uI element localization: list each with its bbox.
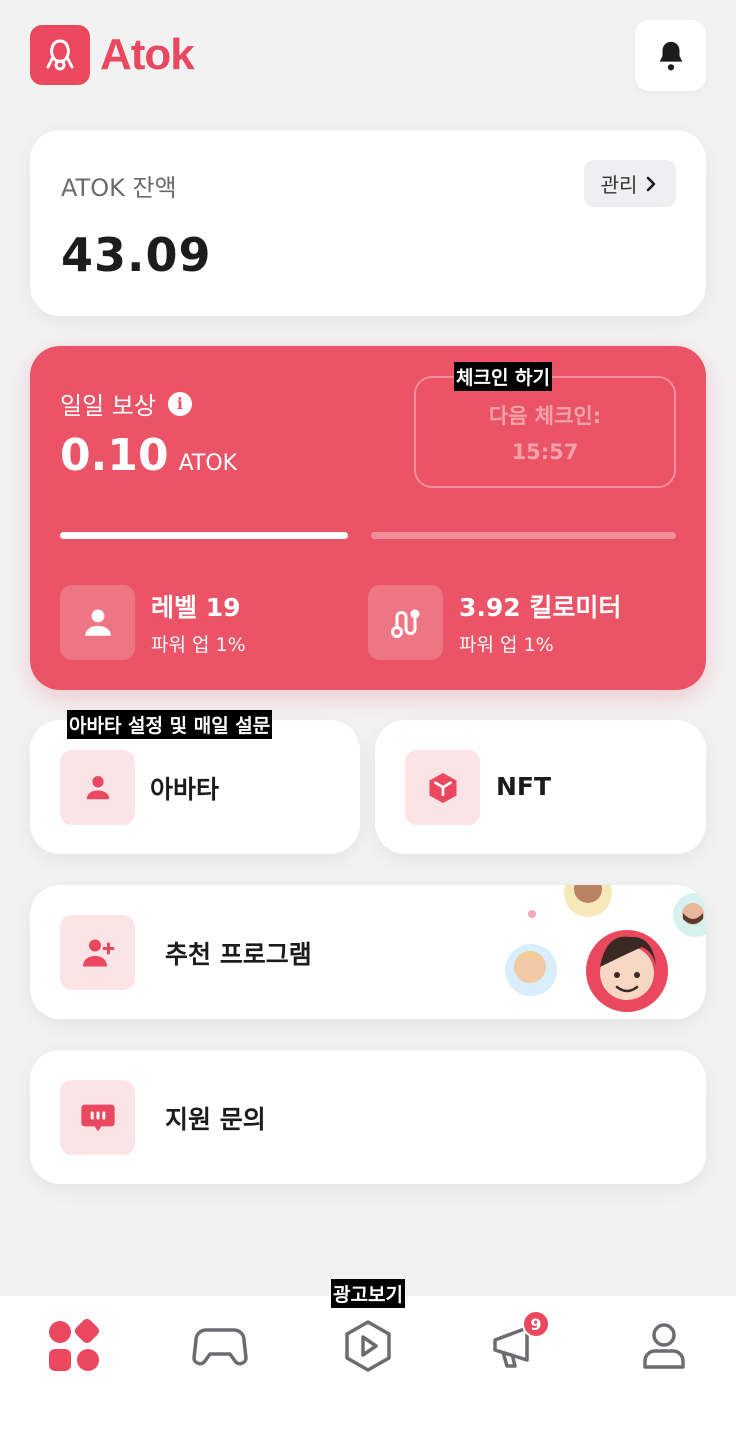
distance-stat: 3.92 킬로미터 파워 업 1%	[368, 585, 621, 660]
distance-subtitle: 파워 업 1%	[459, 634, 554, 656]
profile-icon	[643, 1323, 685, 1369]
nft-card[interactable]: NFT	[375, 720, 706, 854]
play-icon	[345, 1320, 391, 1372]
nav-games[interactable]	[180, 1316, 260, 1376]
avatar-card[interactable]: 아바타	[30, 720, 360, 854]
chat-icon	[60, 1080, 135, 1155]
chevron-right-icon	[647, 176, 656, 191]
reward-amount-value: 0.10	[60, 430, 169, 481]
add-user-icon	[60, 915, 135, 990]
checkin-title: 체크인 하기	[454, 362, 553, 391]
avatar-caption: 아바타 설정 및 매일 설문	[67, 710, 273, 739]
balance-card: ATOK 잔액 43.09 관리	[30, 130, 706, 316]
manage-button[interactable]: 관리	[584, 160, 676, 207]
nav-watch-ads[interactable]	[328, 1316, 408, 1376]
progress-bar-filled	[60, 532, 348, 539]
logo-text: Atok	[100, 30, 195, 79]
next-checkin-time: 15:57	[511, 440, 579, 464]
info-icon[interactable]: i	[167, 391, 192, 416]
daily-reward-label: 일일 보상 i	[60, 386, 192, 421]
notification-badge: 9	[522, 1310, 550, 1338]
person-icon	[60, 585, 135, 660]
watch-ads-caption: 광고보기	[331, 1279, 405, 1308]
distance-title: 3.92 킬로미터	[459, 593, 622, 622]
referral-card[interactable]: 추천 프로그램	[30, 885, 706, 1019]
nav-home[interactable]	[34, 1316, 114, 1376]
route-icon	[368, 585, 443, 660]
daily-reward-card: 일일 보상 i 0.10 ATOK 다음 체크인: 15:57 체크인 하기 레…	[30, 346, 706, 690]
level-stat: 레벨 19 파워 업 1%	[60, 585, 246, 660]
level-subtitle: 파워 업 1%	[151, 634, 246, 656]
home-icon	[49, 1319, 100, 1371]
level-title: 레벨 19	[151, 593, 241, 622]
notification-button[interactable]	[635, 20, 706, 91]
daily-reward-title: 일일 보상	[60, 392, 156, 420]
balance-value: 43.09	[61, 228, 212, 282]
progress-bar-remaining	[371, 532, 676, 539]
app-logo: Atok	[30, 25, 195, 85]
support-card[interactable]: 지원 문의	[30, 1050, 706, 1184]
avatar-label: 아바타	[150, 775, 220, 804]
avatars-illustration	[505, 885, 706, 1012]
nft-cube-icon	[405, 750, 480, 825]
gamepad-icon	[192, 1328, 248, 1366]
daily-reward-amount: 0.10 ATOK	[60, 430, 237, 481]
reward-amount-unit: ATOK	[178, 451, 238, 476]
nav-profile[interactable]	[624, 1316, 704, 1376]
next-checkin-label: 다음 체크인:	[488, 404, 602, 428]
referral-label: 추천 프로그램	[165, 940, 312, 969]
support-label: 지원 문의	[165, 1105, 266, 1134]
manage-label: 관리	[600, 173, 638, 197]
balance-label: ATOK 잔액	[61, 174, 177, 202]
checkin-button[interactable]: 다음 체크인: 15:57	[414, 376, 676, 488]
bell-icon	[659, 41, 682, 70]
avatar-icon	[60, 750, 135, 825]
logo-icon	[30, 25, 90, 85]
bottom-nav: 9	[0, 1296, 736, 1440]
nft-label: NFT	[496, 772, 552, 801]
